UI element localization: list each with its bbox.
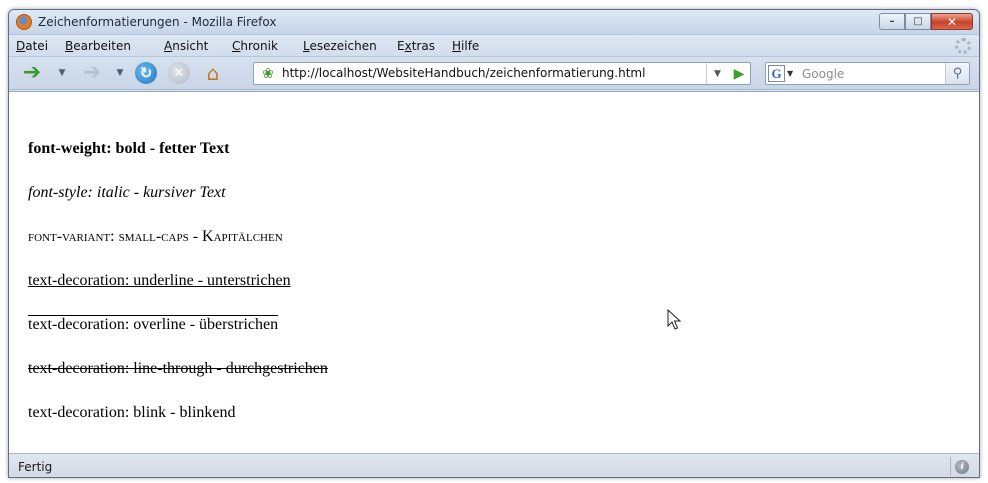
blink-text-line: text-decoration: blink - blinkend (28, 404, 236, 421)
reload-icon[interactable]: ↻ (135, 62, 157, 84)
minimize-button[interactable]: – (879, 13, 905, 30)
line-through-text-line: text-decoration: line-through - durchges… (28, 360, 328, 377)
search-box[interactable]: G ▼ ⚲ (765, 62, 970, 85)
minimize-icon: – (889, 16, 895, 27)
throbber-icon (955, 38, 971, 54)
search-engine-selector[interactable]: G ▼ (768, 65, 798, 82)
overline-text-line: text-decoration: overline - überstrichen (28, 316, 279, 333)
browser-window: Zeichenformatierungen - Mozilla Firefox … (8, 9, 980, 478)
forward-history-dropdown[interactable]: ▼ (115, 66, 125, 80)
menu-chronik[interactable]: Chronik (232, 39, 278, 53)
url-bar[interactable]: ❀ http://localhost/WebsiteHandbuch/zeich… (253, 62, 751, 85)
chevron-down-icon: ▼ (787, 69, 794, 78)
stop-icon[interactable]: ✕ (168, 62, 190, 84)
search-input[interactable] (802, 64, 942, 83)
menu-extras[interactable]: Extras (397, 39, 435, 53)
url-text[interactable]: http://localhost/WebsiteHandbuch/zeichen… (282, 66, 645, 80)
italic-text-line: font-style: italic - kursiver Text (28, 184, 226, 201)
menu-datei[interactable]: Datei (16, 39, 48, 53)
magnifier-icon[interactable]: ⚲ (945, 63, 969, 84)
home-icon[interactable]: ⌂ (201, 61, 225, 85)
window-title: Zeichenformatierungen - Mozilla Firefox (38, 15, 277, 29)
page-content: font-weight: bold - fetter Text font-sty… (9, 91, 979, 453)
menu-lesezeichen[interactable]: Lesezeichen (303, 39, 377, 53)
url-history-dropdown[interactable]: ▼ (706, 63, 728, 84)
maximize-icon: □ (913, 16, 923, 27)
forward-arrow-icon[interactable]: ➔ (79, 62, 105, 84)
menu-bar: Datei Bearbeiten Ansicht Chronik Lesezei… (9, 35, 979, 57)
status-bar: Fertig i (9, 453, 979, 477)
menu-hilfe[interactable]: Hilfe (452, 39, 479, 53)
window-controls: – □ ✕ (879, 13, 973, 31)
menu-bearbeiten[interactable]: Bearbeiten (65, 39, 131, 53)
mouse-pointer-icon (667, 309, 681, 330)
title-bar: Zeichenformatierungen - Mozilla Firefox … (9, 10, 979, 35)
navigation-toolbar: ➔ ▼ ➔ ▼ ↻ ✕ ⌂ ❀ http://localhost/Website… (9, 57, 979, 90)
menu-ansicht[interactable]: Ansicht (164, 39, 208, 53)
site-identity-icon[interactable]: ❀ (260, 66, 276, 82)
google-engine-icon: G (768, 65, 785, 82)
status-info-icon[interactable]: i (955, 460, 969, 474)
back-history-dropdown[interactable]: ▼ (57, 66, 67, 80)
status-divider (950, 457, 951, 476)
underline-text-line: text-decoration: underline - unterstrich… (28, 272, 291, 289)
small-caps-text-line: font-variant: small-caps - Kapitälchen (28, 228, 283, 245)
back-arrow-icon[interactable]: ➔ (19, 62, 45, 84)
bold-text-line: font-weight: bold - fetter Text (28, 140, 230, 157)
maximize-button[interactable]: □ (905, 13, 931, 30)
close-icon: ✕ (946, 14, 958, 29)
go-arrow-icon[interactable]: ▶ (728, 63, 750, 84)
firefox-icon (16, 14, 32, 30)
close-button[interactable]: ✕ (931, 13, 973, 30)
status-text: Fertig (18, 460, 53, 474)
